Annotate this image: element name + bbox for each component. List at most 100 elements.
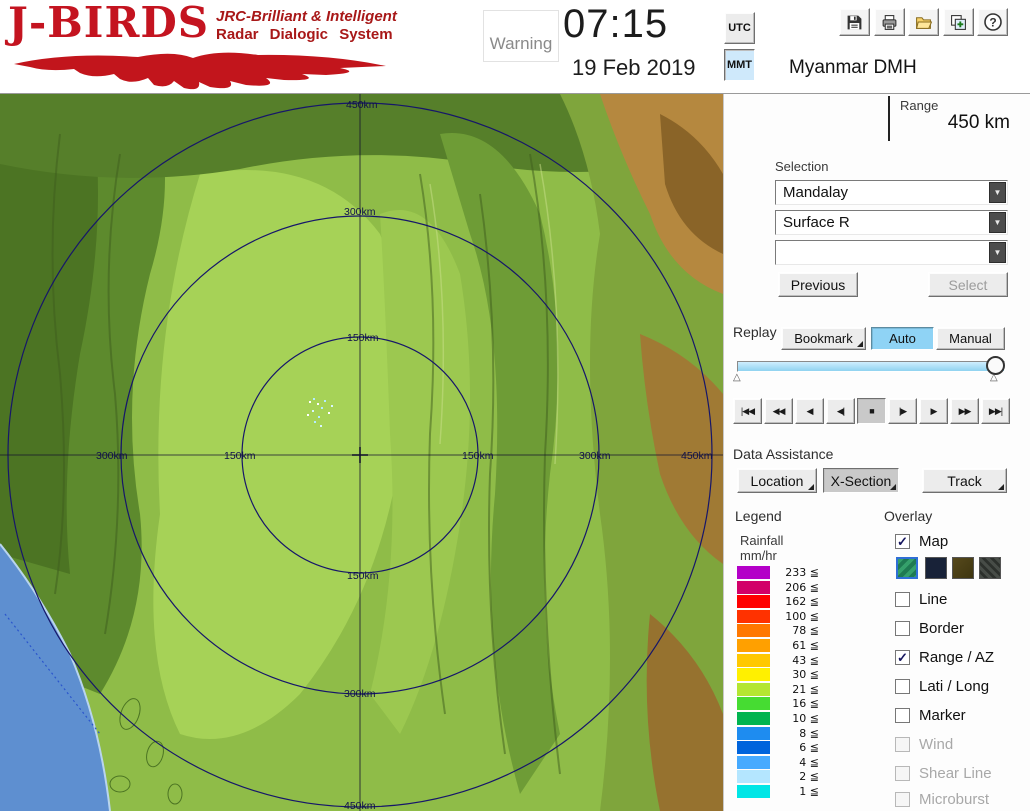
station-title: Myanmar DMH [789,57,917,78]
color-swatch [737,668,770,682]
previous-button[interactable]: Previous [778,272,858,297]
save-button[interactable] [839,8,870,36]
overlay-item-lati-long[interactable]: Lati / Long [895,676,989,696]
color-swatch [737,624,770,638]
checkbox [895,765,910,781]
help-button[interactable]: ? [977,8,1008,36]
color-swatch [737,609,770,623]
map-style-swatch-3[interactable] [952,557,974,579]
checkbox[interactable] [895,620,910,636]
overlay-item-marker[interactable]: Marker [895,705,966,725]
ring-label-north-300: 300km [344,206,376,218]
tagline-line1: JRC-Brilliant & Intelligent [216,8,397,25]
app-logo-title: J-BIRDS [8,0,210,47]
bookmark-button[interactable]: Bookmark [781,327,866,350]
replay-timeline-slider[interactable] [737,361,1005,372]
warning-status: Warning [483,10,559,62]
app-logo-tagline: JRC-Brilliant & Intelligent Radar Dialog… [216,8,397,44]
color-swatch [737,566,770,579]
color-swatch [737,682,770,696]
legend-row: 233 ≦ [737,566,819,579]
chevron-down-icon[interactable]: ▼ [989,212,1006,233]
color-swatch [737,653,770,667]
ring-label-east-150: 150km [462,450,494,462]
legend-unit-line1: Rainfall [740,533,784,548]
add-window-icon [951,14,966,30]
map-style-swatch-2[interactable] [925,557,947,579]
chevron-down-icon[interactable]: ▼ [989,182,1006,203]
help-icon: ? [983,13,1002,31]
select-button[interactable]: Select [928,272,1008,297]
color-swatch [737,638,770,652]
map-style-swatch-1[interactable] [896,557,918,579]
radar-map-canvas[interactable]: 450km 300km 150km 150km 300km 450km 300k… [0,94,723,811]
ring-label-north-150: 150km [347,332,379,344]
print-button[interactable] [874,8,905,36]
overlay-item-map[interactable]: ✓ Map [895,531,948,551]
utc-toggle-button[interactable]: UTC [724,12,755,44]
legend-row: 30 ≦ [737,668,819,682]
color-swatch [737,595,770,609]
legend-unit-line2: mm/hr [740,548,777,563]
color-swatch [737,711,770,725]
help-glyph: ? [989,16,996,30]
ring-label-east-300: 300km [579,450,611,462]
map-style-swatch-4[interactable] [979,557,1001,579]
track-button[interactable]: Track [922,468,1007,493]
xsection-button[interactable]: X-Section [823,468,899,493]
fast-forward-button[interactable]: ▶▶ [950,398,979,424]
checkbox[interactable] [895,678,910,694]
overlay-label: Overlay [884,508,933,524]
legend-row: 6 ≦ [737,741,819,755]
legend-row: 162 ≦ [737,595,819,609]
legend-label: Legend [735,508,782,524]
legend-row: 4 ≦ [737,755,819,769]
rainfall-color-scale: 233 ≦ 206 ≦ 162 ≦ 100 ≦ 78 ≦ 61 ≦ 43 ≦ 3… [737,566,819,800]
open-folder-icon [915,16,932,29]
stop-button[interactable]: ■ [857,398,886,424]
legend-row: 10 ≦ [737,711,819,725]
overlay-item-wind: Wind [895,734,953,754]
ring-label-south-150: 150km [347,570,379,582]
checkbox[interactable] [895,707,910,723]
play-button[interactable]: ▶ [919,398,948,424]
skip-to-start-button[interactable]: |◀◀ [733,398,762,424]
timeline-start-marker: △ [733,372,741,383]
checkbox[interactable]: ✓ [895,533,910,549]
fast-rewind-button[interactable]: ◀◀ [764,398,793,424]
overlay-item-shear-line: Shear Line [895,763,992,783]
checkbox[interactable] [895,591,910,607]
overlay-item-border[interactable]: Border [895,618,964,638]
checkbox [895,736,910,752]
legend-row: 8 ≦ [737,726,819,740]
clock-date: 19 Feb 2019 [572,55,696,80]
mmt-toggle-button[interactable]: MMT [724,49,755,81]
chevron-down-icon[interactable]: ▼ [989,242,1006,263]
color-swatch [737,697,770,711]
legend-row: 61 ≦ [737,638,819,652]
step-back-button[interactable]: ◀| [826,398,855,424]
option-select[interactable]: ▼ [775,240,1008,265]
ring-label-north-450: 450km [346,99,378,111]
site-select[interactable]: Mandalay ▼ [775,180,1008,205]
overlay-item-range-az[interactable]: ✓ Range / AZ [895,647,994,667]
ring-label-south-300: 300km [344,688,376,700]
site-select-value: Mandalay [783,184,849,201]
product-select[interactable]: Surface R ▼ [775,210,1008,235]
location-button[interactable]: Location [737,468,817,493]
open-folder-button[interactable] [908,8,939,36]
checkbox[interactable]: ✓ [895,649,910,665]
clock-time: 07:15 [563,2,669,46]
manual-button[interactable]: Manual [936,327,1005,350]
print-icon [882,14,897,30]
auto-button[interactable]: Auto [871,327,934,350]
replay-label: Replay [733,324,777,340]
step-forward-button[interactable]: |▶ [888,398,917,424]
overlay-item-line[interactable]: Line [895,589,947,609]
add-window-button[interactable] [943,8,974,36]
legend-row: 1 ≦ [737,784,819,798]
play-reverse-button[interactable]: ◀ [795,398,824,424]
legend-row: 21 ≦ [737,682,819,696]
header: J-BIRDS JRC-Brilliant & Intelligent Rada… [0,0,1030,94]
skip-to-end-button[interactable]: ▶▶| [981,398,1010,424]
